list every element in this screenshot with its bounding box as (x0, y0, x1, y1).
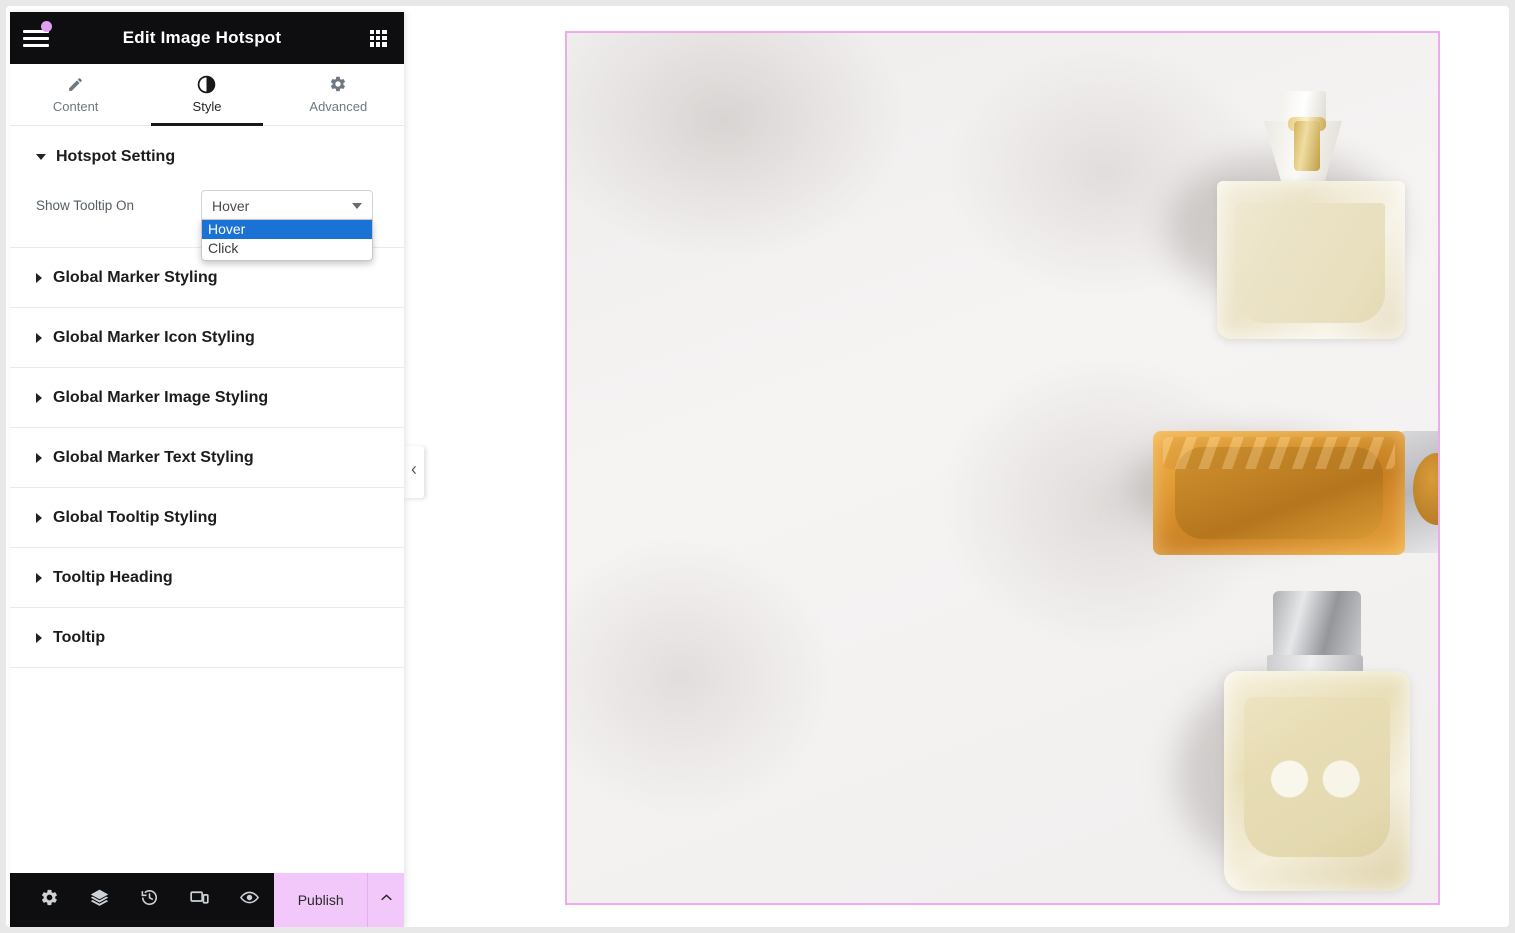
chevron-right-icon (36, 452, 42, 463)
layers-navigator-button[interactable] (74, 873, 124, 927)
section-global-marker-image-styling[interactable]: Global Marker Image Styling (10, 368, 404, 428)
perfume-bottle-6 (1224, 671, 1410, 891)
chevron-left-icon (409, 463, 419, 481)
publish-button[interactable]: Publish (274, 873, 368, 927)
settings-gear-button[interactable] (24, 873, 74, 927)
section-tooltip-label: Tooltip (53, 628, 106, 646)
section-global-tooltip-styling[interactable]: Global Tooltip Styling (10, 488, 404, 548)
tab-content-label: Content (52, 99, 99, 114)
field-show-tooltip-on-label: Show Tooltip On (36, 198, 135, 213)
page-title: Edit Image Hotspot (122, 28, 282, 47)
section-global-marker-styling-label: Global Marker Styling (53, 268, 218, 286)
section-global-marker-icon-styling-label: Global Marker Icon Styling (53, 328, 255, 346)
section-hotspot-setting-label: Hotspot Setting (56, 148, 176, 165)
tab-advanced-label: Advanced (309, 99, 368, 114)
chevron-right-icon (36, 392, 42, 403)
image-hotspot-widget[interactable] (565, 31, 1440, 905)
show-tooltip-on-value: Hover (212, 197, 250, 214)
hamburger-menu-button[interactable] (10, 12, 62, 64)
section-hotspot-setting: Hotspot Setting Show Tooltip On Hover Ho… (10, 126, 404, 261)
history-revisions-button[interactable] (124, 873, 174, 927)
perfume-bottle-nozzle-stem (1294, 121, 1320, 171)
perfume-bottle-6-cap (1273, 591, 1361, 663)
section-tooltip-heading[interactable]: Tooltip Heading (10, 548, 404, 608)
select-option-hover[interactable]: Hover (202, 220, 372, 239)
select-option-click[interactable]: Click (202, 239, 372, 258)
notification-dot (41, 21, 52, 32)
section-global-marker-image-styling-label: Global Marker Image Styling (53, 388, 269, 406)
section-global-marker-text-styling-label: Global Marker Text Styling (53, 448, 254, 466)
panel-header: Edit Image Hotspot (10, 12, 404, 64)
section-global-tooltip-styling-label: Global Tooltip Styling (53, 508, 218, 526)
preview-eye-button[interactable] (224, 873, 274, 927)
section-hotspot-setting-header[interactable]: Hotspot Setting (36, 148, 378, 166)
gear-icon (329, 75, 347, 93)
show-tooltip-on-dropdown[interactable]: Hover Click (201, 219, 373, 261)
footer-icon-group (10, 873, 274, 927)
settings-gear-icon (40, 888, 59, 912)
chevron-right-icon (36, 632, 42, 643)
chevron-right-icon (36, 512, 42, 523)
apps-grid-button[interactable] (352, 12, 404, 64)
elementor-settings-panel: Edit Image Hotspot Content Style Advance… (10, 12, 404, 927)
editor-canvas[interactable] (404, 12, 1509, 927)
chevron-right-icon (36, 572, 42, 583)
chevron-right-icon (36, 272, 42, 283)
tab-style-label: Style (192, 99, 222, 114)
panel-body: Hotspot Setting Show Tooltip On Hover Ho… (10, 126, 404, 873)
chevron-up-icon (379, 890, 394, 910)
responsive-mode-icon (189, 887, 210, 913)
preview-eye-icon (239, 887, 260, 913)
chevron-down-icon (36, 154, 46, 160)
editor-root: Edit Image Hotspot Content Style Advance… (0, 0, 1515, 933)
tab-advanced[interactable]: Advanced (273, 64, 404, 125)
tab-style[interactable]: Style (141, 64, 272, 125)
responsive-mode-button[interactable] (174, 873, 224, 927)
chevron-right-icon (36, 332, 42, 343)
section-tooltip[interactable]: Tooltip (10, 608, 404, 668)
contrast-half-circle-icon (197, 75, 216, 93)
pencil-icon (67, 75, 84, 93)
hotspot-background-image (567, 33, 1438, 903)
show-tooltip-on-select-wrap: Hover Hover Click (201, 190, 373, 261)
layers-navigator-icon (89, 887, 110, 913)
history-revisions-icon (140, 888, 159, 912)
hamburger-menu-icon (23, 29, 49, 47)
show-tooltip-on-select[interactable]: Hover (201, 190, 373, 221)
panel-footer: Publish (10, 873, 404, 927)
publish-options-toggle[interactable] (367, 873, 404, 927)
tab-content[interactable]: Content (10, 64, 141, 125)
panel-tabs: Content Style Advanced (10, 64, 404, 126)
page-frame: Edit Image Hotspot Content Style Advance… (6, 6, 1509, 927)
perfume-bottle-1 (1217, 181, 1405, 339)
field-show-tooltip-on: Show Tooltip On Hover Hover Click (36, 190, 378, 261)
grid-apps-icon (369, 29, 387, 47)
section-global-marker-text-styling[interactable]: Global Marker Text Styling (10, 428, 404, 488)
section-tooltip-heading-label: Tooltip Heading (53, 568, 173, 586)
section-global-marker-icon-styling[interactable]: Global Marker Icon Styling (10, 308, 404, 368)
panel-collapse-handle[interactable] (404, 446, 424, 498)
perfume-bottle-4 (1153, 431, 1405, 555)
chevron-down-icon (352, 202, 362, 209)
